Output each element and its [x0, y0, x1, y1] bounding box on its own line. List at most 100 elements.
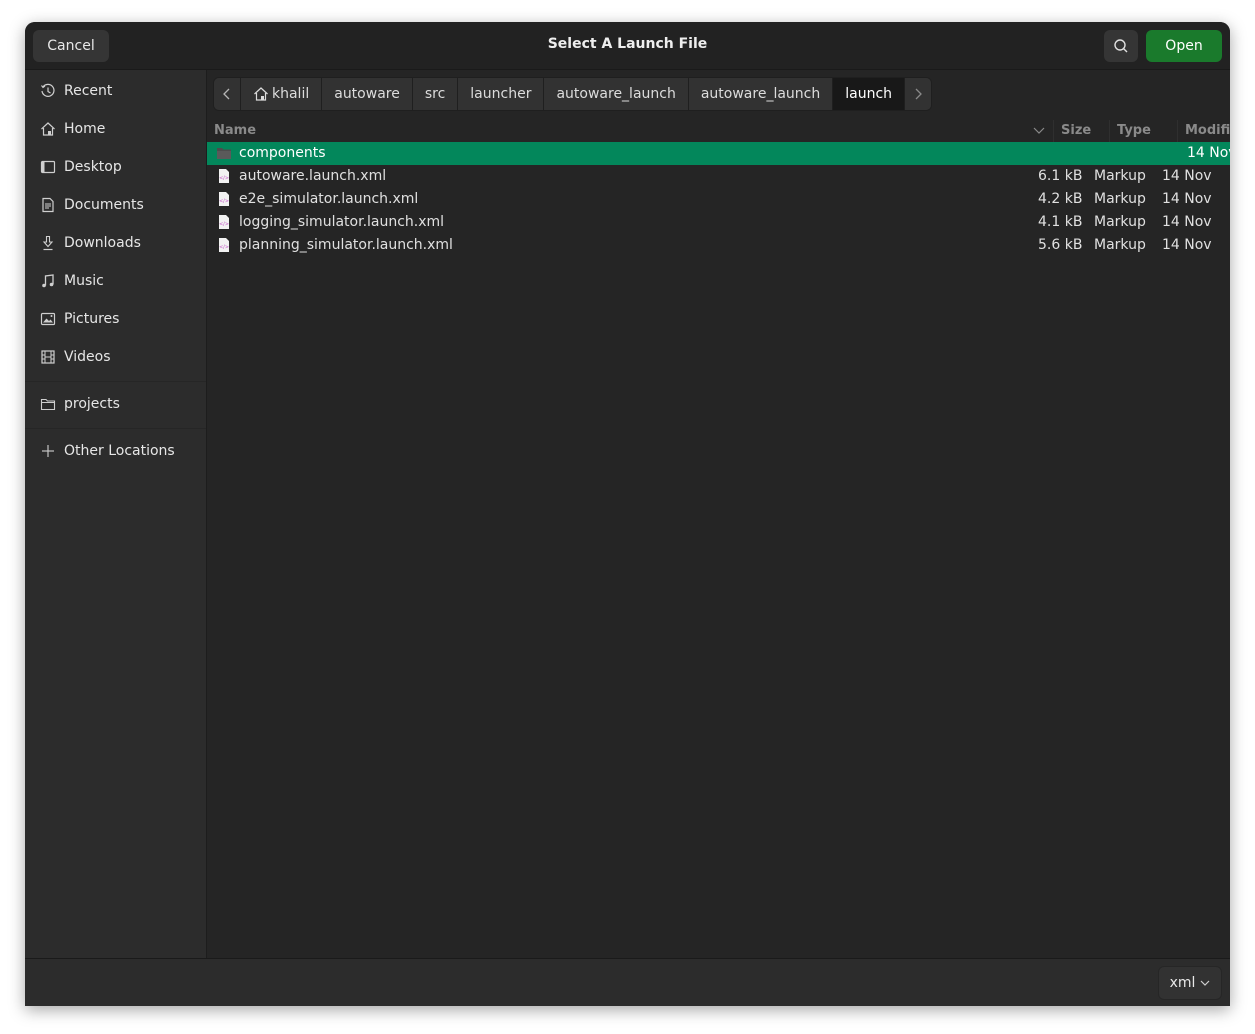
sidebar-item-label: Music [64, 273, 104, 289]
search-icon [1114, 39, 1128, 53]
sidebar-item-label: Desktop [64, 159, 122, 175]
plus-icon [39, 442, 57, 460]
xml-file-icon: </> [219, 215, 229, 229]
file-row[interactable]: components 14 Nov [207, 142, 1230, 165]
breadcrumb: khalil autoware src launcher autoware_la… [213, 77, 933, 111]
column-separator[interactable] [1177, 120, 1178, 142]
folder-icon [217, 148, 231, 159]
sidebar-item-label: Recent [64, 83, 113, 99]
sidebar-item-music[interactable]: Music [25, 263, 206, 299]
file-type: Markup [1094, 237, 1146, 253]
chevron-down-icon [1200, 980, 1210, 986]
svg-text:</>: </> [219, 222, 229, 228]
xml-file-icon: </> [219, 169, 229, 183]
home-icon [254, 87, 268, 101]
crumb-launcher[interactable]: launcher [458, 78, 545, 110]
sidebar-item-downloads[interactable]: Downloads [25, 225, 206, 261]
sidebar-item-label: Documents [64, 197, 144, 213]
folder-icon [39, 395, 57, 413]
sidebar-item-label: Other Locations [64, 443, 175, 459]
file-chooser-dialog: Cancel Select A Launch File Open Recent … [25, 22, 1230, 1006]
sidebar-item-label: Home [64, 121, 106, 137]
sidebar-separator [25, 428, 206, 429]
path-back-button[interactable] [214, 78, 241, 110]
download-icon [39, 234, 57, 252]
dialog-title: Select A Launch File [547, 36, 708, 52]
sidebar-item-label: Pictures [64, 311, 120, 327]
file-size: 4.2 kB [1038, 191, 1083, 207]
file-type: Markup [1094, 168, 1146, 184]
crumb-src[interactable]: src [412, 78, 459, 110]
file-type: Markup [1094, 191, 1146, 207]
document-icon [39, 196, 57, 214]
file-row[interactable]: </> autoware.launch.xml 6.1 kB Markup 14… [207, 165, 1230, 188]
file-name: e2e_simulator.launch.xml [239, 191, 419, 207]
music-icon [39, 272, 57, 290]
svg-text:</>: </> [219, 245, 229, 251]
crumb-autoware-launch-2[interactable]: autoware_launch [688, 78, 834, 110]
column-header: Name Size Type Modified [207, 120, 1230, 142]
sidebar-item-videos[interactable]: Videos [25, 339, 206, 375]
file-name: components [239, 145, 326, 161]
sidebar-item-label: Videos [64, 349, 111, 365]
filter-selected: xml [1169, 975, 1196, 991]
column-modified[interactable]: Modified [1185, 123, 1230, 138]
sidebar-item-pictures[interactable]: Pictures [25, 301, 206, 337]
file-type: Markup [1094, 214, 1146, 230]
video-icon [39, 348, 57, 366]
file-row[interactable]: </> e2e_simulator.launch.xml 4.2 kB Mark… [207, 188, 1230, 211]
svg-text:</>: </> [219, 199, 229, 205]
svg-text:</>: </> [219, 176, 229, 182]
places-sidebar: Recent Home Desktop Documents Downloads [25, 70, 207, 958]
column-size[interactable]: Size [1061, 123, 1091, 138]
file-modified: 14 Nov [1187, 145, 1230, 161]
sidebar-item-projects[interactable]: projects [25, 386, 206, 422]
file-name: logging_simulator.launch.xml [239, 214, 445, 230]
chevron-right-icon [915, 88, 922, 100]
sidebar-item-label: Downloads [64, 235, 141, 251]
sidebar-item-label: projects [64, 396, 120, 412]
file-modified: 14 Nov [1162, 214, 1212, 230]
xml-file-icon: </> [219, 192, 229, 206]
column-name[interactable]: Name [214, 123, 256, 138]
sidebar-separator [25, 381, 206, 382]
crumb-autoware-launch[interactable]: autoware_launch [544, 78, 689, 110]
file-filter-dropdown[interactable]: xml [1158, 966, 1222, 1000]
column-type[interactable]: Type [1117, 123, 1151, 138]
crumb-label: khalil [272, 86, 310, 102]
file-modified: 14 Nov [1162, 168, 1212, 184]
file-list: components 14 Nov </> autoware.launch.xm… [207, 142, 1230, 257]
file-size: 4.1 kB [1038, 214, 1083, 230]
file-browser: khalil autoware src launcher autoware_la… [207, 70, 1230, 958]
crumb-home[interactable]: khalil [241, 78, 323, 110]
sort-chevron-icon [1033, 127, 1045, 134]
file-name: planning_simulator.launch.xml [239, 237, 453, 253]
sidebar-item-desktop[interactable]: Desktop [25, 149, 206, 185]
sidebar-item-home[interactable]: Home [25, 111, 206, 147]
path-forward-button[interactable] [905, 78, 932, 110]
file-name: autoware.launch.xml [239, 168, 387, 184]
column-separator[interactable] [1109, 120, 1110, 142]
file-modified: 14 Nov [1162, 237, 1212, 253]
dialog-footer: xml [25, 958, 1230, 1006]
file-row[interactable]: </> planning_simulator.launch.xml 5.6 kB… [207, 234, 1230, 257]
file-row[interactable]: </> logging_simulator.launch.xml 4.1 kB … [207, 211, 1230, 234]
home-icon [39, 120, 57, 138]
sidebar-item-other-locations[interactable]: Other Locations [25, 433, 206, 469]
crumb-autoware[interactable]: autoware [322, 78, 413, 110]
column-separator[interactable] [1053, 120, 1054, 142]
file-modified: 14 Nov [1162, 191, 1212, 207]
xml-file-icon: </> [219, 238, 229, 252]
desktop-icon [39, 158, 57, 176]
sidebar-item-documents[interactable]: Documents [25, 187, 206, 223]
sidebar-item-recent[interactable]: Recent [25, 73, 206, 109]
chevron-left-icon [223, 88, 230, 100]
picture-icon [39, 310, 57, 328]
clock-icon [39, 82, 57, 100]
header-bar: Cancel Select A Launch File Open [25, 22, 1230, 70]
file-size: 6.1 kB [1038, 168, 1083, 184]
crumb-launch[interactable]: launch [833, 78, 906, 110]
open-button[interactable]: Open [1146, 30, 1222, 62]
file-size: 5.6 kB [1038, 237, 1083, 253]
search-button[interactable] [1104, 30, 1138, 62]
